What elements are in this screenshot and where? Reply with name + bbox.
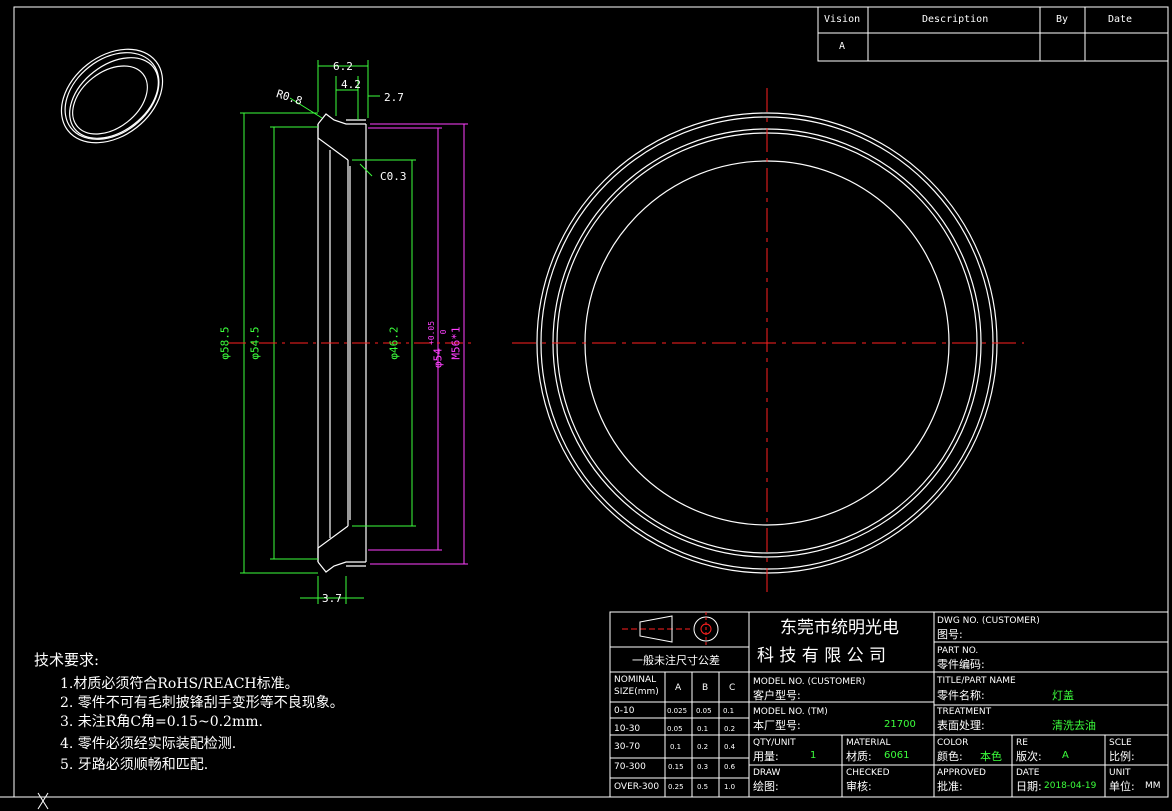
tol-header-size: SIZE(mm): [614, 687, 659, 697]
dim-width-3-7: 3.7: [322, 592, 342, 605]
rev-header-description: Description: [922, 14, 989, 25]
model-customer-label: MODEL NO. (CUSTOMER): [753, 677, 866, 687]
tol-header-c: C: [729, 683, 736, 693]
tol-b: 0.1: [697, 725, 709, 733]
tol-header-b: B: [702, 683, 709, 693]
dim-diameter-54: φ54: [431, 348, 445, 368]
dim-diameter-54-tol-lower: 0: [439, 329, 448, 335]
treatment-label: TREATMENT: [937, 707, 992, 717]
tol-size: 0-10: [614, 706, 635, 716]
dim-diameter-54-tol-upper: +0.05: [427, 320, 436, 346]
tol-a: 0.025: [667, 707, 688, 715]
qty-label: QTY/UNIT: [753, 738, 796, 748]
ucs-axis-icon: [0, 792, 49, 810]
part-no-label: PART NO.: [937, 646, 979, 656]
re-cn: 版次:: [1016, 750, 1042, 763]
tol-a: 0.25: [668, 783, 684, 791]
color-cn: 颜色:: [937, 750, 963, 763]
note-item-5: 5. 牙路必须顺畅和匹配.: [60, 757, 209, 773]
tol-b: 0.3: [697, 763, 709, 771]
tol-b: 0.05: [696, 707, 712, 715]
model-tm-cn: 本厂型号:: [753, 719, 801, 732]
checked-cn: 审核:: [846, 780, 872, 793]
rev-row-vision: A: [839, 41, 846, 52]
dim-diameter-46-2: φ46.2: [387, 326, 401, 360]
qty-value: 1: [810, 750, 817, 761]
company-name-line1: 东莞市统明光电: [780, 618, 899, 638]
dim-diameter-54-5: φ54.5: [248, 326, 262, 360]
material-cn: 材质:: [846, 750, 872, 763]
qty-cn: 用量:: [753, 750, 779, 763]
tol-c: 0.1: [723, 707, 735, 715]
approved-label: APPROVED: [937, 768, 986, 778]
dim-width-6-2: 6.2: [333, 60, 353, 73]
draw-label: DRAW: [753, 768, 781, 778]
tol-c: 0.6: [724, 763, 736, 771]
tolerance-title: 一般未注尺寸公差: [632, 654, 720, 667]
color-value: 本色: [980, 750, 1002, 763]
title-cn: 零件名称:: [937, 689, 985, 702]
rev-header-vision: Vision: [824, 14, 861, 25]
dim-diameter-58-5: φ58.5: [218, 326, 232, 360]
tol-c: 0.4: [724, 743, 736, 751]
note-item-4: 4. 零件必须经实际装配检测.: [60, 736, 237, 752]
dim-width-2-7: 2.7: [384, 91, 404, 104]
tol-a: 0.15: [668, 763, 684, 771]
tol-b: 0.2: [697, 743, 709, 751]
treatment-cn: 表面处理:: [937, 719, 985, 732]
tol-a: 0.1: [670, 743, 682, 751]
re-label: RE: [1016, 738, 1028, 748]
dwg-no-label: DWG NO. (CUSTOMER): [937, 616, 1040, 626]
date-label: DATE: [1016, 768, 1040, 778]
model-tm-label: MODEL NO. (TM): [753, 707, 828, 717]
material-label: MATERIAL: [846, 738, 891, 748]
note-item-2: 2. 零件不可有毛刺披锋刮手变形等不良现象。: [60, 695, 344, 711]
model-tm-value: 21700: [884, 719, 916, 730]
tol-c: 1.0: [724, 783, 736, 791]
checked-label: CHECKED: [846, 768, 890, 778]
front-view-center-lines: [512, 88, 1024, 596]
date-value: 2018-04-19: [1044, 781, 1097, 791]
isometric-ring-view: [60, 48, 164, 144]
tol-a: 0.05: [667, 725, 683, 733]
title-value: 灯盖: [1052, 689, 1074, 702]
tol-header-nominal: NOMINAL: [614, 675, 657, 685]
note-item-1: 1.材质必须符合RoHS/REACH标准。: [60, 676, 299, 692]
dim-thread-m56: M56*1: [449, 326, 463, 360]
tol-size: OVER-300: [614, 782, 660, 792]
unit-value: MM: [1145, 781, 1161, 791]
scale-label: SCLE: [1109, 738, 1132, 748]
note-item-3: 3. 未注R角C角=0.15~0.2mm.: [60, 714, 263, 730]
company-name-line2: 科 技 有 限 公 司: [757, 646, 887, 666]
color-label: COLOR: [937, 738, 969, 748]
projection-symbol-icon: [622, 612, 719, 646]
treatment-value: 清洗去油: [1052, 719, 1096, 732]
tol-size: 70-300: [614, 762, 646, 772]
rev-header-date: Date: [1108, 14, 1133, 25]
tol-c: 0.2: [724, 725, 736, 733]
tol-b: 0.5: [697, 783, 709, 791]
unit-cn: 单位:: [1109, 780, 1135, 793]
material-value: 6061: [884, 750, 910, 761]
rev-header-by: By: [1056, 14, 1069, 25]
dim-chamfer-c0-3: C0.3: [380, 170, 407, 183]
tol-size: 30-70: [614, 742, 641, 752]
approved-cn: 批准:: [937, 780, 963, 793]
part-no-cn: 零件编码:: [937, 658, 985, 671]
scale-cn: 比例:: [1109, 750, 1135, 763]
tol-header-a: A: [675, 683, 682, 693]
title-label: TITLE/PART NAME: [937, 676, 1016, 686]
unit-label: UNIT: [1109, 768, 1131, 778]
draw-cn: 绘图:: [753, 780, 779, 793]
date-cn: 日期:: [1016, 780, 1042, 793]
dwg-no-cn: 图号:: [937, 628, 963, 641]
notes-title: 技术要求:: [34, 651, 100, 669]
re-value: A: [1062, 750, 1069, 761]
dim-width-4-2: 4.2: [341, 78, 361, 91]
model-customer-cn: 客户型号:: [753, 689, 801, 702]
tol-size: 10-30: [614, 724, 641, 734]
